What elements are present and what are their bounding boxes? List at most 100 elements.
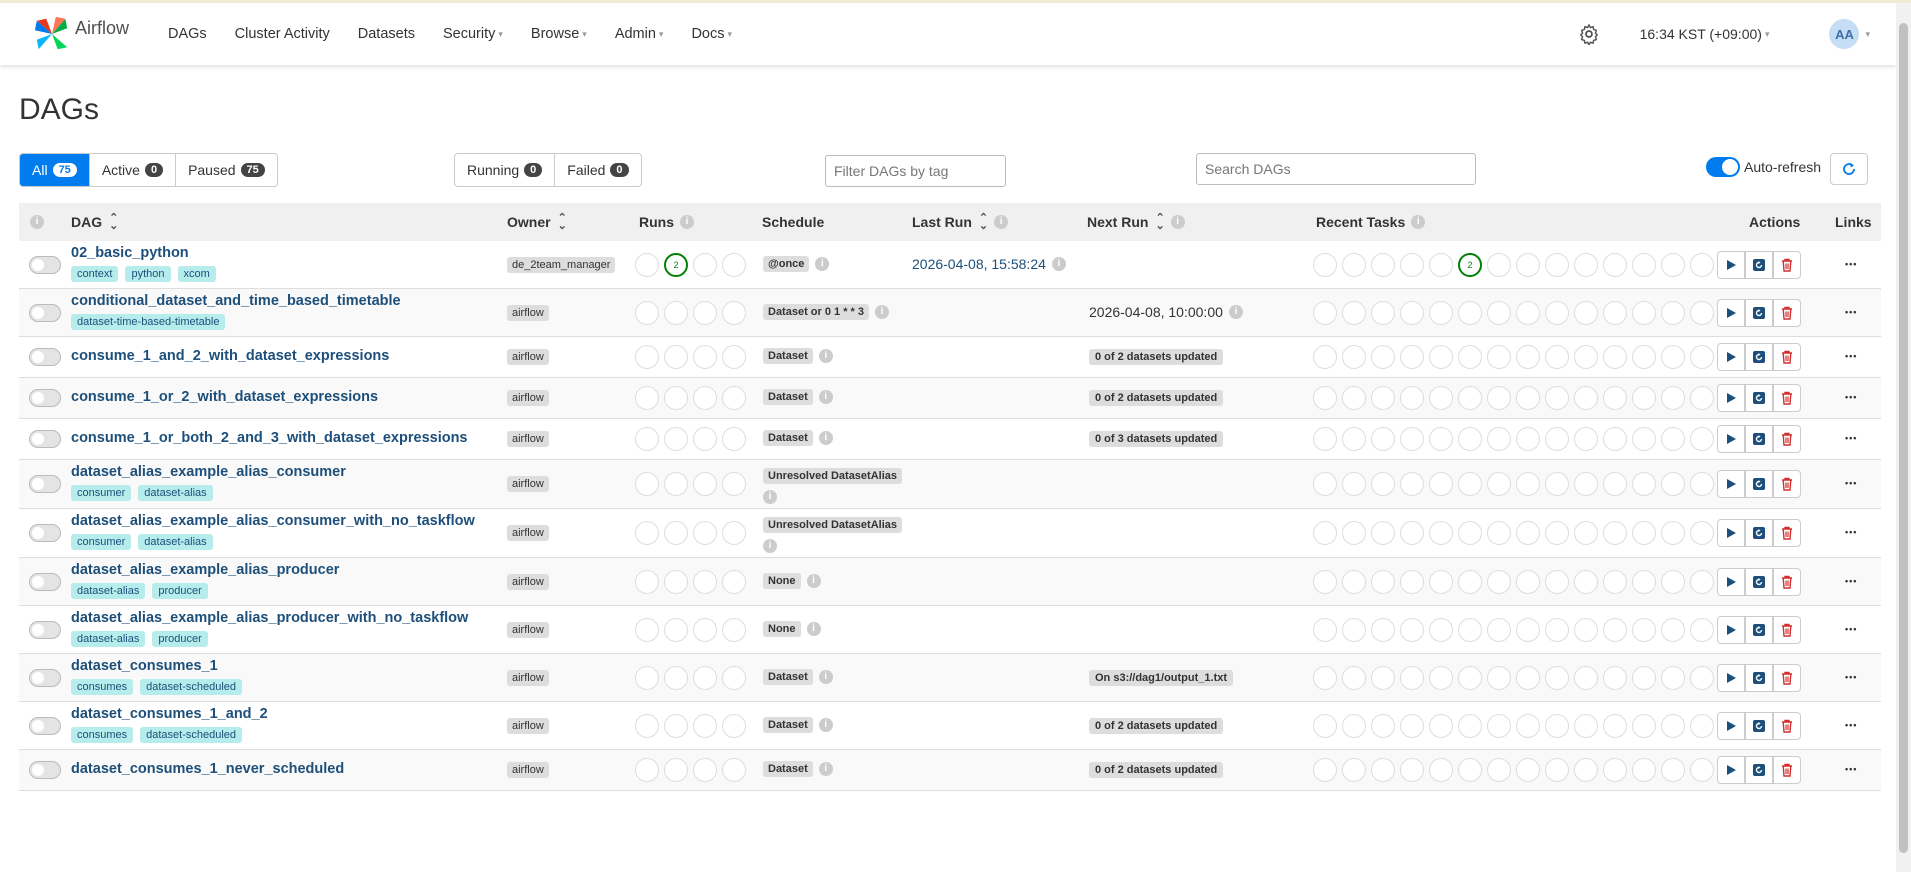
info-icon[interactable]: i: [818, 717, 833, 732]
delete-dag-button[interactable]: [1773, 470, 1801, 498]
task-status-circle[interactable]: [1429, 472, 1453, 496]
task-status-circle[interactable]: [1661, 427, 1685, 451]
task-status-circle[interactable]: [1429, 617, 1453, 642]
more-links-icon[interactable]: •••: [1845, 720, 1857, 730]
task-status-circle[interactable]: [1574, 252, 1598, 277]
trigger-dag-button[interactable]: [1717, 756, 1745, 784]
task-status-circle[interactable]: [1632, 521, 1656, 545]
task-status-circle[interactable]: [1487, 569, 1511, 594]
info-icon[interactable]: i: [763, 484, 918, 504]
task-status-circle[interactable]: [1516, 427, 1540, 451]
task-status-circle[interactable]: [1516, 300, 1540, 325]
trigger-dag-button[interactable]: [1717, 567, 1745, 596]
scrollbar[interactable]: [1896, 3, 1911, 872]
task-status-circle[interactable]: [1661, 345, 1685, 369]
trigger-dag-button[interactable]: [1717, 711, 1745, 740]
run-status-circle[interactable]: [722, 521, 746, 545]
scrollbar-thumb[interactable]: [1899, 23, 1908, 853]
delete-dag-button[interactable]: [1773, 519, 1801, 547]
task-status-circle[interactable]: [1690, 713, 1714, 738]
run-status-circle[interactable]: [635, 617, 659, 642]
task-status-circle[interactable]: [1632, 300, 1656, 325]
run-status-circle[interactable]: [722, 345, 746, 369]
tag-badge[interactable]: producer: [152, 582, 208, 599]
info-icon[interactable]: i: [815, 256, 830, 271]
task-status-circle[interactable]: [1313, 758, 1337, 782]
run-status-circle[interactable]: [722, 427, 746, 451]
more-links-icon[interactable]: •••: [1845, 433, 1857, 443]
task-status-circle[interactable]: [1690, 345, 1714, 369]
filter-active-button[interactable]: Active 0: [90, 154, 177, 186]
run-status-circle[interactable]: [693, 300, 717, 325]
header-next-run[interactable]: Next Run ⌃ ⌄ i: [1087, 213, 1185, 232]
run-status-circle[interactable]: [693, 665, 717, 690]
dag-name-link[interactable]: dataset_alias_example_alias_producer_wit…: [71, 610, 468, 626]
run-status-circle[interactable]: [635, 758, 659, 782]
tag-filter-input[interactable]: [825, 155, 1006, 187]
header-last-run[interactable]: Last Run ⌃ ⌄ i: [912, 213, 1009, 232]
next-run-badge[interactable]: 0 of 2 datasets updated: [1089, 762, 1224, 778]
task-status-circle[interactable]: [1429, 252, 1453, 277]
refresh-button[interactable]: [1830, 153, 1868, 185]
task-status-circle[interactable]: [1603, 427, 1627, 451]
run-status-circle[interactable]: [664, 521, 688, 545]
task-status-circle[interactable]: [1516, 386, 1540, 410]
delete-dag-button[interactable]: [1773, 343, 1801, 371]
task-status-circle[interactable]: [1632, 665, 1656, 690]
run-status-circle[interactable]: [693, 427, 717, 451]
nav-item-datasets[interactable]: Datasets: [358, 26, 415, 42]
pause-toggle[interactable]: [29, 668, 61, 687]
task-status-circle[interactable]: [1458, 386, 1482, 410]
nav-item-browse[interactable]: Browse ▾: [531, 26, 587, 42]
task-status-circle[interactable]: [1603, 252, 1627, 277]
task-status-circle[interactable]: [1400, 427, 1424, 451]
nav-item-docs[interactable]: Docs ▾: [691, 26, 732, 42]
task-status-circle[interactable]: [1313, 713, 1337, 738]
tag-badge[interactable]: python: [125, 265, 171, 282]
more-links-icon[interactable]: •••: [1845, 527, 1857, 537]
info-icon[interactable]: i: [818, 431, 833, 445]
task-status-circle[interactable]: [1342, 427, 1366, 451]
run-status-circle[interactable]: [693, 386, 717, 410]
info-icon[interactable]: i: [763, 533, 918, 553]
task-status-circle[interactable]: [1661, 521, 1685, 545]
run-status-circle[interactable]: [635, 665, 659, 690]
task-status-circle[interactable]: [1690, 252, 1714, 277]
task-status-circle[interactable]: [1690, 665, 1714, 690]
task-status-circle[interactable]: [1690, 758, 1714, 782]
run-status-circle[interactable]: [664, 472, 688, 496]
run-status-circle[interactable]: [664, 386, 688, 410]
task-status-circle[interactable]: [1313, 300, 1337, 325]
task-status-circle[interactable]: [1429, 427, 1453, 451]
run-status-circle[interactable]: [635, 569, 659, 594]
owner-badge[interactable]: airflow: [507, 525, 549, 541]
tag-badge[interactable]: dataset-alias: [138, 485, 213, 501]
run-status-circle[interactable]: [635, 521, 659, 545]
trigger-dag-button[interactable]: [1717, 663, 1745, 692]
task-status-circle[interactable]: [1603, 569, 1627, 594]
task-status-circle[interactable]: [1487, 252, 1511, 277]
more-links-icon[interactable]: •••: [1845, 478, 1857, 488]
task-status-circle[interactable]: [1516, 713, 1540, 738]
run-status-circle[interactable]: [722, 617, 746, 642]
tag-badge[interactable]: producer: [152, 630, 208, 647]
task-status-circle[interactable]: [1661, 569, 1685, 594]
info-icon[interactable]: i: [818, 349, 833, 363]
task-status-circle[interactable]: [1313, 345, 1337, 369]
task-status-circle[interactable]: [1342, 345, 1366, 369]
nav-item-dags[interactable]: DAGs: [168, 26, 207, 42]
task-status-circle[interactable]: 2: [1458, 252, 1482, 277]
pause-toggle[interactable]: [29, 620, 61, 639]
task-status-circle[interactable]: [1574, 569, 1598, 594]
run-status-circle[interactable]: [693, 472, 717, 496]
task-status-circle[interactable]: [1342, 713, 1366, 738]
task-status-circle[interactable]: [1487, 427, 1511, 451]
delete-dag-button[interactable]: [1773, 567, 1801, 596]
dag-name-link[interactable]: conditional_dataset_and_time_based_timet…: [71, 293, 401, 309]
task-status-circle[interactable]: [1371, 427, 1395, 451]
run-status-circle[interactable]: [693, 713, 717, 738]
more-links-icon[interactable]: •••: [1845, 764, 1857, 774]
task-status-circle[interactable]: [1516, 665, 1540, 690]
pause-toggle[interactable]: [29, 524, 61, 542]
task-status-circle[interactable]: [1342, 665, 1366, 690]
